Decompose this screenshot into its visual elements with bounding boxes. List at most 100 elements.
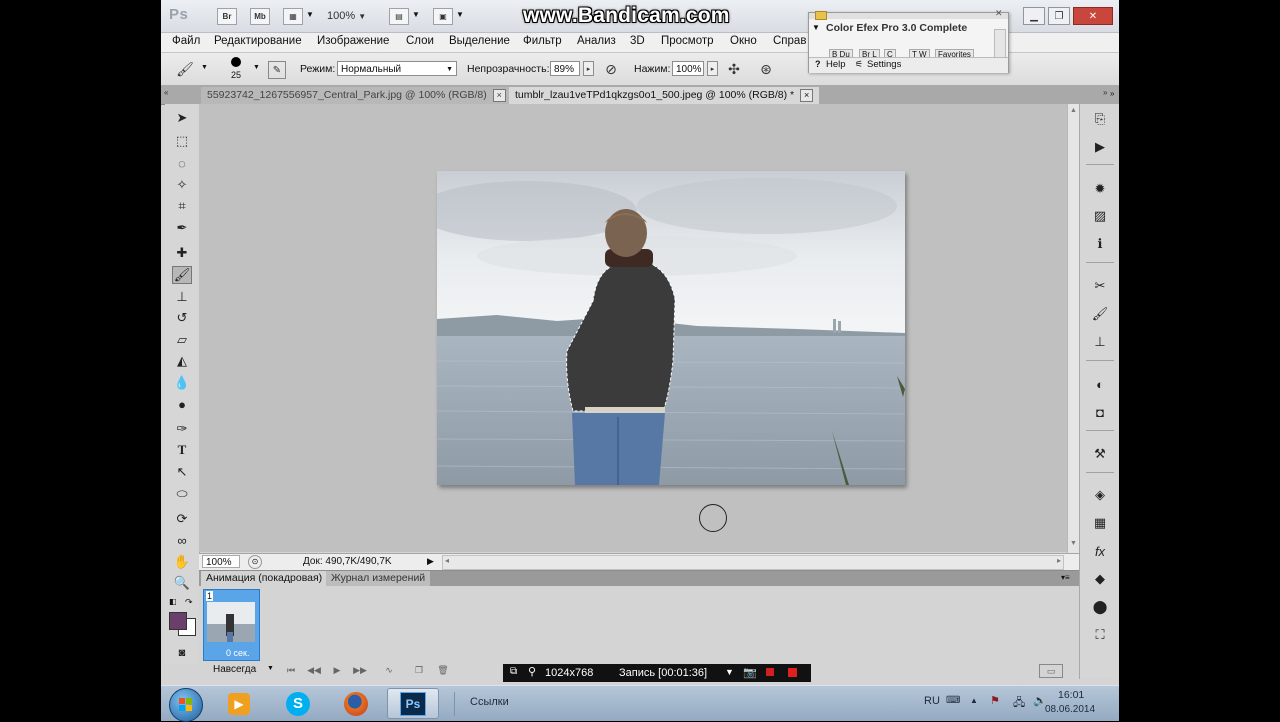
tween-icon[interactable]: ∿ bbox=[381, 664, 397, 676]
close-tab-icon[interactable]: × bbox=[492, 88, 506, 102]
horizontal-scrollbar[interactable]: ◂ ▸ bbox=[442, 555, 1064, 570]
layers-panel-icon[interactable]: ◆ bbox=[1090, 570, 1110, 588]
clock-time[interactable]: 16:01 bbox=[1058, 689, 1084, 701]
brush-presets-panel-icon[interactable]: ✂ bbox=[1090, 277, 1110, 295]
paint-bucket-tool-icon[interactable]: ◭ bbox=[172, 352, 192, 370]
type-tool-icon[interactable]: T bbox=[172, 441, 192, 459]
keyboard-icon[interactable]: ⌨ bbox=[946, 695, 960, 706]
close-button[interactable]: ✕ bbox=[1073, 7, 1113, 25]
document-tab-active[interactable]: tumblr_lzau1veTPd1qkzgs0o1_500.jpeg @ 10… bbox=[509, 87, 820, 104]
menu-select[interactable]: Выделение bbox=[449, 35, 510, 47]
firefox-taskbar-icon[interactable] bbox=[330, 688, 382, 719]
menu-layers[interactable]: Слои bbox=[406, 35, 434, 47]
loop-dropdown-icon[interactable]: ▼ bbox=[267, 665, 274, 672]
status-info-icon[interactable]: ⊙ bbox=[248, 555, 262, 569]
camera-icon[interactable]: 📷 bbox=[743, 666, 757, 679]
close-tab-icon[interactable]: × bbox=[800, 88, 814, 102]
marquee-tool-icon[interactable]: ⬚ bbox=[172, 132, 192, 150]
tablet-opacity-icon[interactable]: ⊘ bbox=[601, 59, 621, 79]
stop-record-icon[interactable] bbox=[788, 668, 797, 677]
tool-preset-arrow-icon[interactable]: ▼ bbox=[201, 64, 208, 71]
channels-panel-icon[interactable]: ⬤ bbox=[1090, 598, 1110, 616]
scroll-right-arrow-icon[interactable]: ▸ bbox=[1057, 556, 1061, 565]
photoshop-taskbar-icon[interactable]: Ps bbox=[387, 688, 439, 719]
animation-frame[interactable]: 1 0 сек. bbox=[203, 589, 260, 661]
brush-panel-icon[interactable]: 🖌 bbox=[1090, 305, 1110, 323]
dodge-tool-icon[interactable]: ● bbox=[172, 395, 192, 413]
healing-brush-tool-icon[interactable]: ✚ bbox=[172, 244, 192, 262]
links-toolbar[interactable]: Ссылки bbox=[470, 696, 509, 708]
screen-mode-arrow-icon[interactable]: ▼ bbox=[456, 10, 464, 19]
menu-window[interactable]: Окно bbox=[730, 35, 757, 47]
brush-tool-icon[interactable]: 🖌 bbox=[172, 266, 192, 284]
help-icon[interactable]: ? bbox=[815, 59, 821, 69]
settings-icon[interactable]: ⚟ bbox=[855, 59, 863, 70]
skype-taskbar-icon[interactable]: S bbox=[272, 688, 324, 719]
status-zoom-field[interactable]: 100% bbox=[202, 555, 240, 568]
document-tab[interactable]: 55923742_1267556957_Central_Park.jpg @ 1… bbox=[201, 87, 512, 104]
scroll-down-arrow-icon[interactable]: ▼ bbox=[1070, 540, 1077, 547]
path-selection-tool-icon[interactable]: ↖ bbox=[172, 463, 192, 481]
brush-panel-toggle-icon[interactable]: ✎ bbox=[268, 61, 286, 79]
actions-panel-icon[interactable]: ▶ bbox=[1090, 138, 1110, 156]
3d-orbit-tool-icon[interactable]: ∞ bbox=[172, 531, 192, 549]
pause-icon[interactable] bbox=[766, 668, 774, 676]
foreground-color-swatch[interactable] bbox=[169, 612, 187, 630]
view-extras-arrow-icon[interactable]: ▼ bbox=[306, 10, 314, 19]
network-icon[interactable]: 🖧 bbox=[1013, 694, 1025, 713]
play-icon[interactable]: ▶ bbox=[329, 664, 345, 676]
swatches-panel-icon[interactable]: ▦ bbox=[1090, 514, 1110, 532]
lasso-tool-icon[interactable]: ◌ bbox=[172, 154, 192, 172]
efex-collapse-icon[interactable]: ▼ bbox=[812, 23, 820, 32]
minimize-button[interactable]: ▁ bbox=[1023, 7, 1045, 25]
panel-menu-icon[interactable]: ▾≡ bbox=[1061, 573, 1070, 582]
clone-stamp-tool-icon[interactable]: ⊥ bbox=[172, 288, 192, 306]
mode-select[interactable]: Нормальный ▼ bbox=[337, 61, 457, 76]
tool-presets-panel-icon[interactable]: ⚒ bbox=[1090, 445, 1110, 463]
menu-image[interactable]: Изображение bbox=[317, 35, 389, 47]
clone-source-panel-icon[interactable]: ⊥ bbox=[1090, 333, 1110, 351]
styles-panel-icon[interactable]: ◈ bbox=[1090, 486, 1110, 504]
bridge-button[interactable]: Br bbox=[217, 8, 237, 25]
info-panel-icon[interactable]: ℹ bbox=[1090, 235, 1110, 253]
ellipse-tool-icon[interactable]: ⬭ bbox=[172, 485, 192, 503]
delete-frame-icon[interactable]: 🗑 bbox=[435, 664, 451, 676]
collapse-icon[interactable]: « bbox=[164, 88, 168, 97]
masks-panel-icon[interactable]: ◘ bbox=[1090, 403, 1110, 421]
crop-tool-icon[interactable]: ⌗ bbox=[172, 197, 192, 215]
quick-mask-icon[interactable]: ◙ bbox=[172, 644, 192, 662]
zoom-tool-icon[interactable]: 🔍 bbox=[172, 574, 192, 592]
menu-view[interactable]: Просмотр bbox=[661, 35, 714, 47]
menu-edit[interactable]: Редактирование bbox=[214, 35, 302, 47]
canvas-area[interactable] bbox=[199, 104, 1075, 552]
clock-date[interactable]: 08.06.2014 bbox=[1045, 704, 1095, 715]
menu-file[interactable]: Файл bbox=[172, 35, 200, 47]
hand-tool-icon[interactable]: ✋ bbox=[172, 553, 192, 571]
previous-frame-icon[interactable]: ◀◀ bbox=[306, 664, 322, 676]
efex-grip-icon[interactable] bbox=[815, 11, 827, 20]
screen-mode-button[interactable]: ▣ bbox=[433, 8, 453, 25]
status-menu-arrow-icon[interactable]: ▶ bbox=[427, 556, 434, 567]
pen-tool-icon[interactable]: ✑ bbox=[172, 420, 192, 438]
arrange-documents-button[interactable]: ▤ bbox=[389, 8, 409, 25]
pressure-input[interactable]: 100% bbox=[672, 61, 704, 76]
show-hidden-icons-icon[interactable]: ▲ bbox=[970, 696, 978, 705]
opacity-input[interactable]: 89% bbox=[550, 61, 580, 76]
opacity-slider-button[interactable]: ▸ bbox=[583, 61, 594, 76]
expand-panels-icon[interactable]: » bbox=[1103, 88, 1107, 97]
duplicate-frame-icon[interactable]: ❐ bbox=[411, 664, 427, 676]
convert-timeline-icon[interactable]: ▭ bbox=[1039, 664, 1063, 678]
quick-selection-tool-icon[interactable]: ✧ bbox=[172, 176, 192, 194]
mini-bridge-button[interactable]: Mb bbox=[250, 8, 270, 25]
efex-close-icon[interactable]: ✕ bbox=[995, 8, 1003, 19]
next-frame-icon[interactable]: ▶▶ bbox=[352, 664, 368, 676]
restore-button[interactable]: ❐ bbox=[1048, 7, 1070, 25]
start-button[interactable] bbox=[169, 688, 203, 722]
default-colors-icon[interactable]: ◧ bbox=[169, 597, 177, 606]
document-image[interactable] bbox=[437, 171, 905, 485]
dock-collapse-icon[interactable]: » bbox=[1110, 89, 1114, 98]
airbrush-icon[interactable]: ✣ bbox=[724, 59, 744, 79]
brush-tool-preset-icon[interactable]: 🖌 bbox=[175, 59, 195, 79]
color-panel-icon[interactable]: ✹ bbox=[1090, 180, 1110, 198]
tab-measurement-log[interactable]: Журнал измерений bbox=[326, 571, 431, 586]
